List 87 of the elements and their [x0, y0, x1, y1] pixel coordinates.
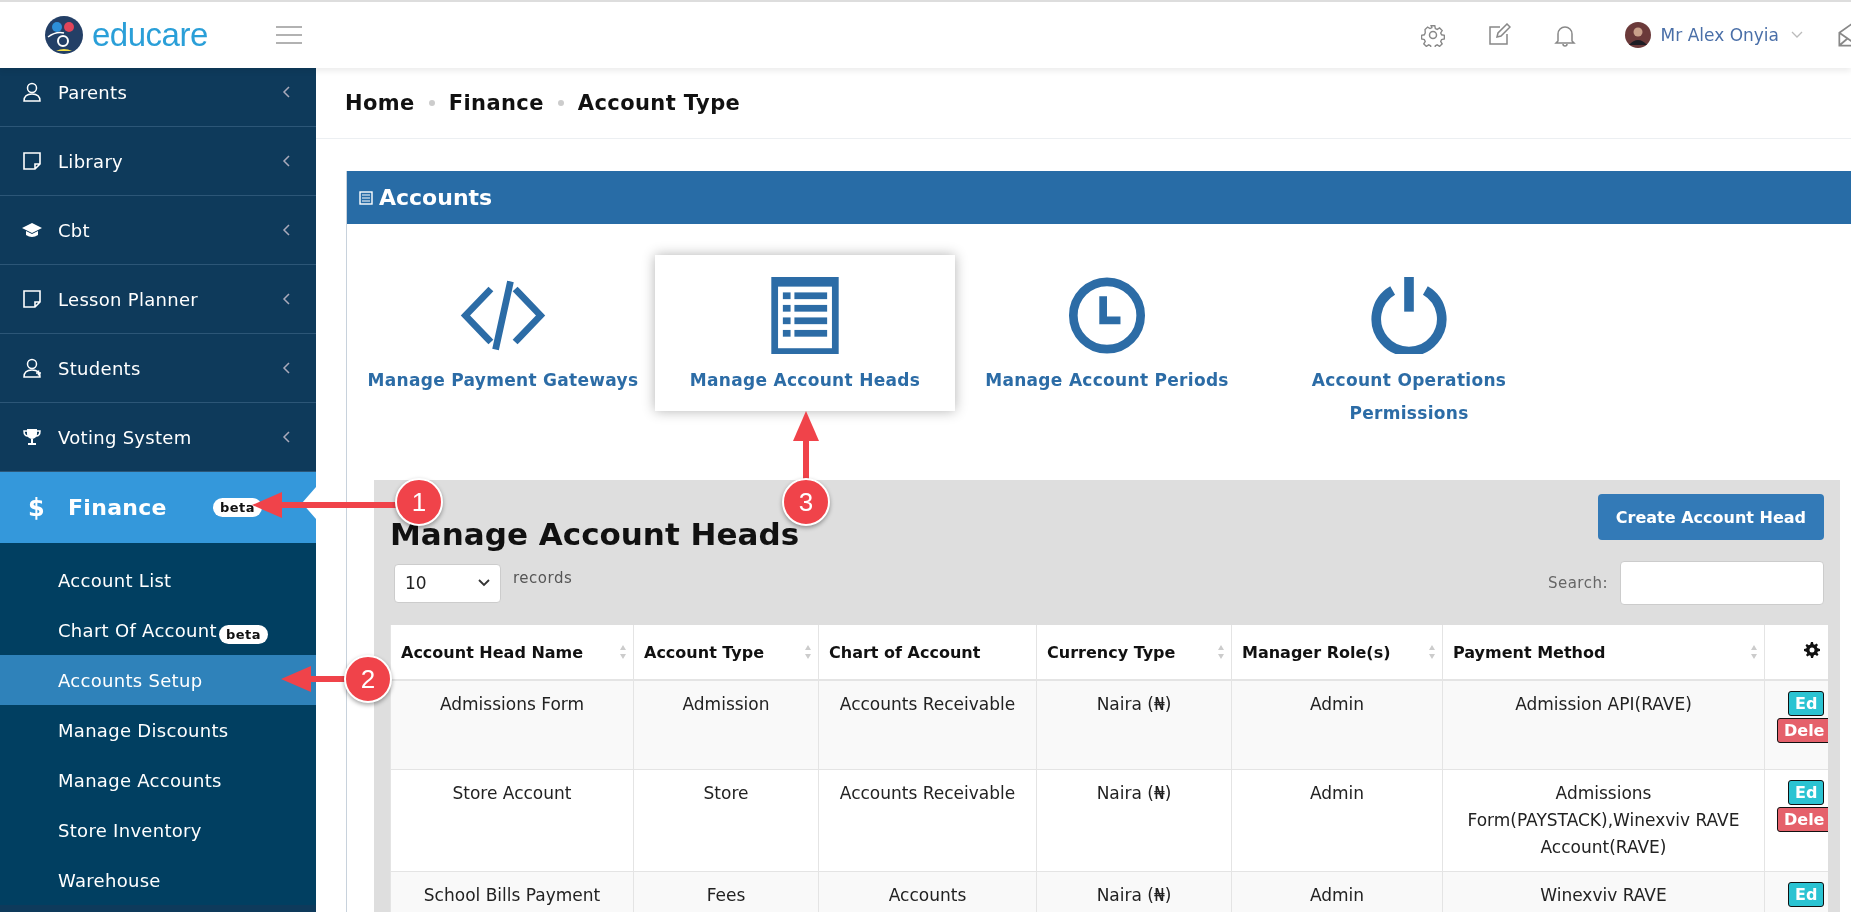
submenu-item[interactable]: Accounts Setup: [0, 655, 316, 705]
table-cell: Accounts Receivable: [818, 769, 1037, 872]
sort-icon: [1428, 644, 1436, 660]
note-icon: [22, 289, 42, 309]
beta-badge: beta: [212, 498, 262, 517]
panel-title: Accounts: [379, 185, 493, 210]
submenu-item[interactable]: Manage Discounts: [0, 705, 316, 755]
chevron-down-icon: [478, 579, 490, 587]
table-cell: Store: [633, 769, 819, 872]
dollar-sign: $: [28, 493, 46, 522]
records-label: records: [513, 569, 573, 587]
sidebar-item[interactable]: Lesson Planner: [0, 265, 316, 334]
breadcrumb-link[interactable]: Home: [345, 91, 415, 115]
graduation-cap-icon: [22, 220, 42, 240]
table-cell: School Bills Payment: [390, 871, 634, 912]
submenu-item[interactable]: Chart Of Account beta: [0, 605, 316, 655]
sort-icon: [1750, 644, 1758, 660]
user-icon: [22, 82, 42, 102]
bell-icon[interactable]: [1552, 23, 1577, 47]
sidebar-label: Parents: [58, 81, 128, 103]
tile-link[interactable]: Account Operations Permissions: [1259, 255, 1559, 444]
edit-icon[interactable]: [1486, 23, 1511, 47]
create-button[interactable]: Create Account Head: [1597, 494, 1824, 540]
sidebar-item[interactable]: $ Finance beta: [0, 472, 316, 543]
submenu-item[interactable]: Manage Accounts: [0, 755, 316, 805]
avatar[interactable]: [1624, 22, 1651, 48]
table-cell: Admin: [1231, 871, 1443, 912]
chevron-down-icon[interactable]: [1791, 31, 1803, 39]
trophy-icon: [22, 427, 42, 447]
sidebar-label: Library: [58, 150, 124, 172]
user-name[interactable]: Mr Alex Onyia: [1660, 25, 1779, 45]
tile-link[interactable]: Manage Account Heads: [655, 255, 955, 411]
chevron-left-icon: [282, 224, 290, 236]
beta-badge: beta: [218, 624, 268, 644]
logo-icon: [44, 15, 84, 55]
chevron-left-icon: [282, 86, 290, 98]
table-cell: Naira (₦): [1036, 871, 1232, 912]
table-cell: Naira (₦): [1036, 680, 1232, 770]
active-pointer-icon: [302, 487, 316, 519]
settings-icon[interactable]: [1420, 23, 1445, 47]
chevron-left-icon: [282, 155, 290, 167]
table-cell: Accounts: [818, 871, 1037, 912]
settings-icon: [1803, 642, 1820, 658]
sidebar-label: Voting System: [58, 426, 192, 448]
table-cell: Admission: [633, 680, 819, 770]
table-cell: Accounts Receivable: [818, 680, 1037, 770]
page-size-select[interactable]: 10: [394, 563, 501, 603]
step-number: 2: [344, 655, 392, 703]
table-cell: Winexviv RAVE: [1442, 871, 1765, 912]
breadcrumb-link[interactable]: Finance: [448, 91, 544, 115]
logo-text: educare: [92, 16, 208, 54]
breadcrumb-link[interactable]: Account Type: [577, 91, 741, 115]
table-cell: Fees: [633, 871, 819, 912]
chevron-left-icon: [282, 293, 290, 305]
sidebar-item[interactable]: Library: [0, 127, 316, 196]
table-cell: Admin: [1231, 769, 1443, 872]
sidebar-label: Cbt: [58, 219, 90, 241]
table-cell: Naira (₦): [1036, 769, 1232, 872]
sidebar-item[interactable]: Students: [0, 334, 316, 403]
submenu-item[interactable]: Account List: [0, 555, 316, 605]
sidebar-label: Lesson Planner: [58, 288, 199, 310]
submenu-item[interactable]: Store Inventory: [0, 805, 316, 855]
table-cell: Admissions Form: [390, 680, 634, 770]
sidebar-item[interactable]: Parents: [0, 68, 316, 127]
annotation-arrow: [791, 411, 821, 480]
sidebar-label: Students: [58, 357, 141, 379]
sort-icon: [804, 644, 812, 660]
note-icon: [22, 151, 42, 171]
chevron-left-icon: [282, 362, 290, 374]
menu-icon[interactable]: [276, 25, 302, 45]
table-cell: Admissions Form(PAYSTACK),Winexviv RAVE Account(RAVE): [1442, 769, 1765, 872]
tile-link[interactable]: Manage Account Periods: [957, 255, 1257, 411]
user-plus-icon: [22, 358, 42, 378]
table-cell: Admin: [1231, 680, 1443, 770]
tile-link[interactable]: Manage Payment Gateways: [353, 255, 653, 411]
table-cell: Store Account: [390, 769, 634, 872]
search-label: Search:: [1547, 574, 1608, 592]
submenu-item[interactable]: Warehouse: [0, 855, 316, 905]
sidebar-item[interactable]: Cbt: [0, 196, 316, 265]
list-icon: [359, 190, 373, 205]
sidebar-label: Finance: [68, 495, 167, 520]
sort-icon: [619, 644, 627, 660]
chevron-left-icon: [282, 431, 290, 443]
search-field[interactable]: [1620, 561, 1824, 605]
table-cell: Admission API(RAVE): [1442, 680, 1765, 770]
annotation-arrow: [281, 664, 346, 694]
sort-icon: [1217, 644, 1225, 660]
